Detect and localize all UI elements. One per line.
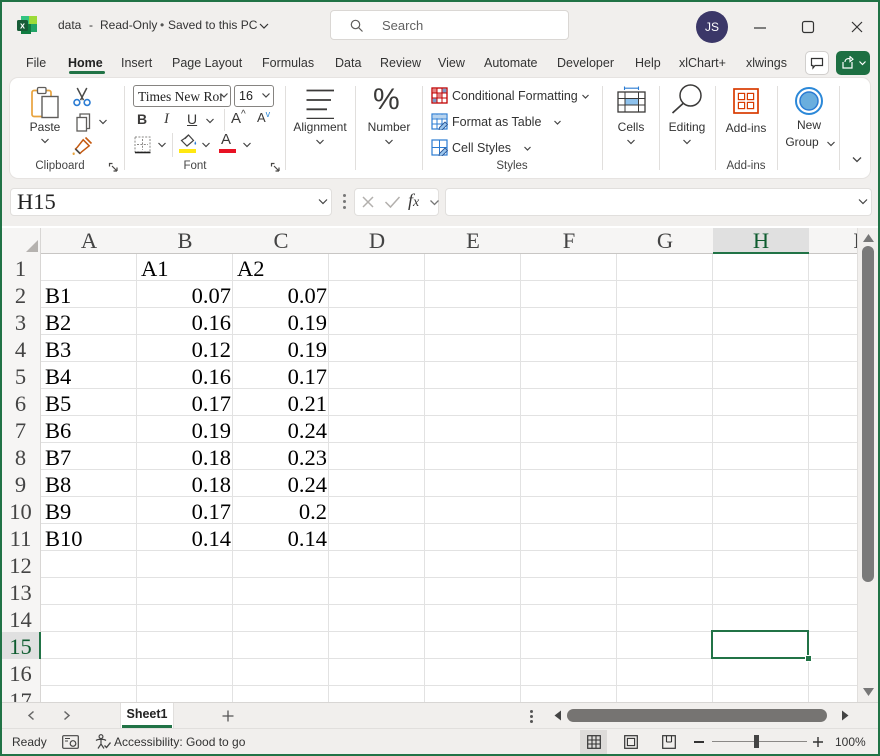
svg-text:x: x (20, 21, 25, 31)
